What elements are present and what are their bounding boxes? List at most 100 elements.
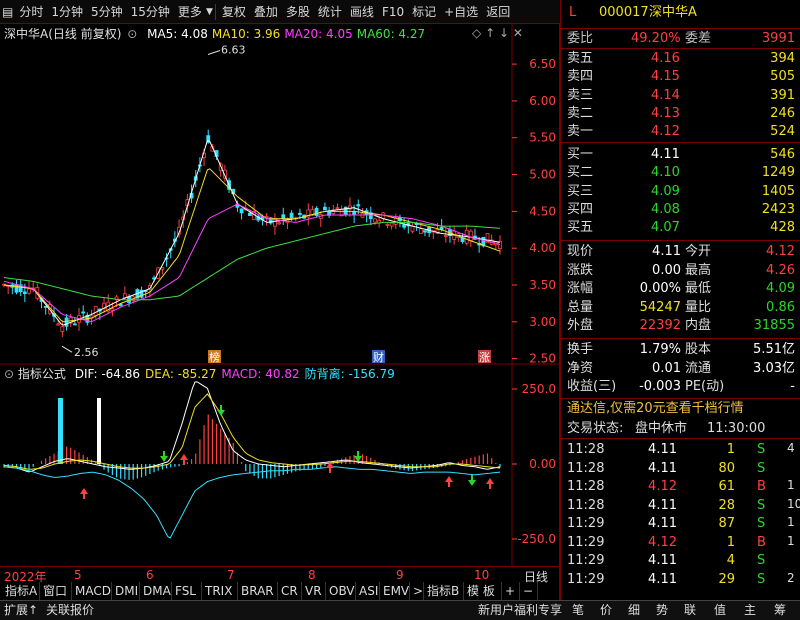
candle-body [60, 326, 65, 332]
btn-5min[interactable]: 5分钟 [87, 0, 127, 24]
indicator-tab-5[interactable]: FSL [172, 582, 202, 600]
indicator-tab-9[interactable]: VR [302, 582, 326, 600]
candle-body [314, 207, 319, 216]
dif-line [3, 381, 501, 473]
sell-price: 4.16 [651, 51, 680, 66]
btn-huaxian[interactable]: 画线 [346, 0, 378, 24]
tick-time: 11:29 [567, 571, 605, 587]
candle-body [468, 230, 473, 241]
indicator-tab-15[interactable]: 模 板 [464, 582, 502, 600]
btn-more[interactable]: 更多 [174, 0, 206, 24]
sell-row[interactable]: 卖五 4.16 394 [561, 50, 800, 68]
btn-duogu[interactable]: 多股 [282, 0, 314, 24]
sell-label: 卖三 [567, 87, 594, 103]
event-marker[interactable]: 涨 [479, 351, 490, 364]
buy-label: 买二 [567, 165, 594, 181]
indicator-tab-12[interactable]: EMV [380, 582, 410, 600]
stat-value-2: 4.12 [766, 244, 795, 259]
stat2-label: 收益(三) [567, 379, 617, 394]
expand-button[interactable]: 扩展↑ [4, 601, 38, 620]
indicator-tab-16[interactable]: + [502, 582, 520, 600]
tab-chou[interactable]: 筹 [774, 601, 786, 620]
buy-row[interactable]: 买一 4.11 546 [561, 146, 800, 164]
indicator-tab-2[interactable]: MACD [72, 582, 112, 600]
buy-row[interactable]: 买四 4.08 2423 [561, 201, 800, 219]
y-tick-label: 3.00 [529, 315, 556, 329]
weibi-row: 委比 49.20% 委差 3991 [561, 30, 800, 48]
indicator-tab-7[interactable]: BRAR [238, 582, 278, 600]
tab-jia[interactable]: 价 [600, 601, 612, 620]
buy-label: 买一 [567, 147, 594, 162]
stat-row: 现价 4.11 今开 4.12 [561, 243, 800, 261]
tick-row: 11:29 4.11 87 S [561, 515, 800, 533]
tick-volume: 29 [718, 571, 735, 587]
stat2-value: -0.003 [639, 379, 681, 394]
menu-toggle-icon[interactable]: ▤ [0, 0, 15, 24]
tab-bi[interactable]: 笔 [572, 601, 584, 620]
indicator-tab-0[interactable]: 指标A [2, 582, 40, 600]
buy-label: 买三 [567, 183, 594, 199]
divider [561, 142, 800, 143]
indicator-tab-10[interactable]: OBV [326, 582, 356, 600]
stat-value: 22392 [639, 318, 681, 333]
event-marker[interactable]: 榜 [209, 350, 220, 364]
stat-label-2: 今开 [685, 244, 712, 259]
btn-fenshi[interactable]: 分时 [15, 0, 47, 24]
tab-xi[interactable]: 细 [628, 601, 640, 620]
sell-arrow-icon [160, 456, 168, 462]
btn-15min[interactable]: 15分钟 [127, 0, 174, 24]
tab-zhi[interactable]: 值 [714, 601, 726, 620]
indicator-tab-11[interactable]: ASI [356, 582, 380, 600]
buy-row[interactable]: 买三 4.09 1405 [561, 183, 800, 201]
promo-link[interactable]: 新用户福利专享 [478, 601, 562, 620]
indicator-tab-13[interactable]: > [410, 582, 424, 600]
sell-volume: 391 [770, 87, 795, 103]
sell-row[interactable]: 卖四 4.15 505 [561, 68, 800, 86]
indicator-tab-8[interactable]: CR [278, 582, 302, 600]
btn-add-watch[interactable]: +自选 [440, 0, 482, 24]
y-tick-label: 4.50 [529, 204, 556, 218]
related-quote-button[interactable]: 关联报价 [46, 601, 94, 620]
btn-back[interactable]: 返回 [482, 0, 514, 24]
btn-tongji[interactable]: 统计 [314, 0, 346, 24]
ad-text[interactable]: 通达信,仅需20元查看千档行情 [567, 400, 744, 418]
candle-body [298, 212, 302, 215]
buy-row[interactable]: 买二 4.10 1249 [561, 164, 800, 182]
stat-value: 4.11 [652, 244, 681, 259]
btn-fuquan[interactable]: 复权 [218, 0, 250, 24]
signal-bar [58, 398, 63, 464]
buy-row[interactable]: 买五 4.07 428 [561, 219, 800, 237]
ad-banner[interactable]: 通达信,仅需20元查看千档行情 [561, 400, 800, 418]
btn-biaoji[interactable]: 标记 [408, 0, 440, 24]
indicator-tab-1[interactable]: 窗口 [40, 582, 72, 600]
indicator-menu-icon[interactable]: ⊙ [4, 367, 14, 381]
candle-body [423, 230, 427, 233]
sell-row[interactable]: 卖二 4.13 246 [561, 105, 800, 123]
tick-volume: 61 [718, 479, 735, 494]
tick-volume: 80 [718, 460, 735, 476]
kline-chart[interactable]: 6.50 6.00 5.50 5.00 4.50 4.00 3.50 3.00 2.50 6.63… [0, 24, 560, 584]
indicator-legend-1: DEA: -85.27 [145, 367, 217, 381]
tab-lian[interactable]: 联 [684, 601, 696, 620]
event-marker[interactable]: 财 [373, 350, 384, 364]
indicator-tab-17[interactable]: − [520, 582, 538, 600]
btn-f10[interactable]: F10 [378, 0, 408, 24]
indicator-tab-14[interactable]: 指标B [424, 582, 464, 600]
stat2-label-2: 流通 [685, 360, 712, 376]
btn-diejia[interactable]: 叠加 [250, 0, 282, 24]
sell-row[interactable]: 卖三 4.14 391 [561, 87, 800, 105]
tick-extra: 4 [787, 441, 795, 455]
btn-1min[interactable]: 1分钟 [47, 0, 87, 24]
indicator-tab-6[interactable]: TRIX [202, 582, 238, 600]
indicator-tab-3[interactable]: DMI [112, 582, 140, 600]
stat-label: 涨跌 [567, 262, 594, 278]
indicator-tab-4[interactable]: DMA [140, 582, 172, 600]
tab-zhu[interactable]: 主 [744, 601, 756, 620]
tick-direction: B [757, 534, 766, 550]
more-dropdown-icon[interactable]: ▼ [206, 0, 213, 24]
tab-shi[interactable]: 势 [656, 601, 668, 620]
indicator-legend-3: 防背离: -156.79 [304, 367, 395, 381]
tick-price: 4.12 [648, 534, 677, 550]
dea-line [3, 393, 501, 470]
sell-row[interactable]: 卖一 4.12 524 [561, 123, 800, 141]
